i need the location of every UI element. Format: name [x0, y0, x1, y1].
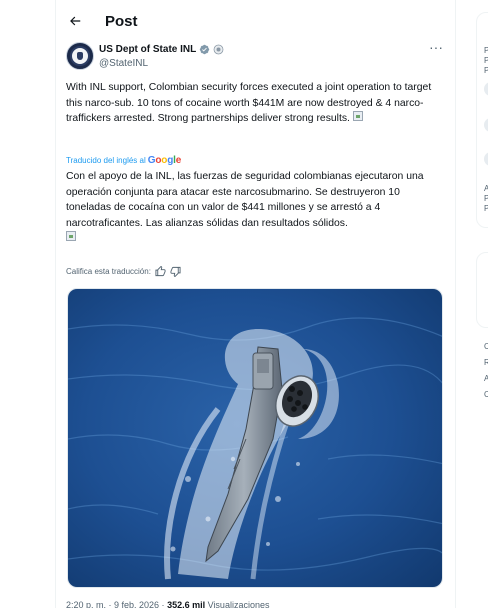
- affiliate-badge-icon: [213, 44, 224, 55]
- timeline-border-right: [455, 0, 456, 608]
- thumbs-up-icon[interactable]: [155, 266, 166, 277]
- sidebar-snippet: P: [484, 204, 488, 213]
- back-arrow-icon: [70, 16, 81, 26]
- author-name-row[interactable]: US Dept of State INL: [99, 44, 224, 55]
- verified-badge-icon: [200, 44, 210, 55]
- views-count: 352,6 mil: [167, 600, 206, 608]
- sidebar-card: [476, 252, 488, 328]
- tweet-author: US Dept of State INL @StateINL ···: [66, 39, 446, 72]
- sidebar-snippet: P: [484, 56, 488, 65]
- tweet-photo[interactable]: [67, 288, 443, 588]
- avatar[interactable]: [66, 42, 94, 70]
- broken-image-icon: [66, 231, 76, 241]
- sidebar-snippet: R: [484, 358, 488, 367]
- sidebar-snippet: C: [484, 390, 488, 399]
- sidebar-snippet: P: [484, 66, 488, 75]
- sidebar-snippet: P: [484, 46, 488, 55]
- tweet-meta: 2:20 p. m. · 9 feb. 2026 · 352,6 mil Vis…: [66, 600, 269, 608]
- more-options-button[interactable]: ···: [426, 39, 446, 58]
- translated-by-label: Traducido del inglés al: [66, 156, 146, 165]
- tweet-body: With INL support, Colombian security for…: [66, 82, 432, 124]
- page-title: Post: [105, 12, 138, 30]
- rate-translation-row: Califica esta traducción:: [66, 266, 181, 277]
- author-handle[interactable]: @StateINL: [99, 58, 148, 69]
- google-logo-letter: e: [175, 155, 182, 166]
- sidebar-snippet: A: [484, 184, 488, 193]
- post-header: Post: [56, 0, 455, 42]
- left-gutter: [0, 0, 56, 608]
- more-options-icon: ···: [429, 39, 443, 55]
- sidebar-snippet: A: [484, 374, 488, 383]
- author-name[interactable]: US Dept of State INL: [99, 44, 196, 55]
- tweet-timestamp[interactable]: 2:20 p. m. · 9 feb. 2026 ·: [66, 600, 167, 608]
- avatar-seal-icon: [70, 46, 90, 66]
- translated-text: Con el apoyo de la INL, las fuerzas de s…: [66, 169, 446, 247]
- translated-by-google[interactable]: Traducido del inglés al Google: [66, 155, 181, 166]
- right-sidebar: P P P A P P C R A C: [468, 0, 488, 608]
- timeline-border-left: [55, 0, 56, 608]
- back-button[interactable]: [58, 4, 92, 38]
- tweet-text: With INL support, Colombian security for…: [66, 80, 446, 127]
- translated-body: Con el apoyo de la INL, las fuerzas de s…: [66, 171, 424, 229]
- sidebar-snippet: C: [484, 342, 488, 351]
- broken-image-icon: [352, 111, 363, 121]
- rate-translation-label: Califica esta traducción:: [66, 267, 151, 276]
- views-label: Visualizaciones: [205, 600, 270, 608]
- thumbs-down-icon[interactable]: [170, 266, 181, 277]
- sidebar-snippet: P: [484, 194, 488, 203]
- narco-sub-aerial-photo: [68, 289, 442, 587]
- google-logo: Google: [148, 155, 182, 166]
